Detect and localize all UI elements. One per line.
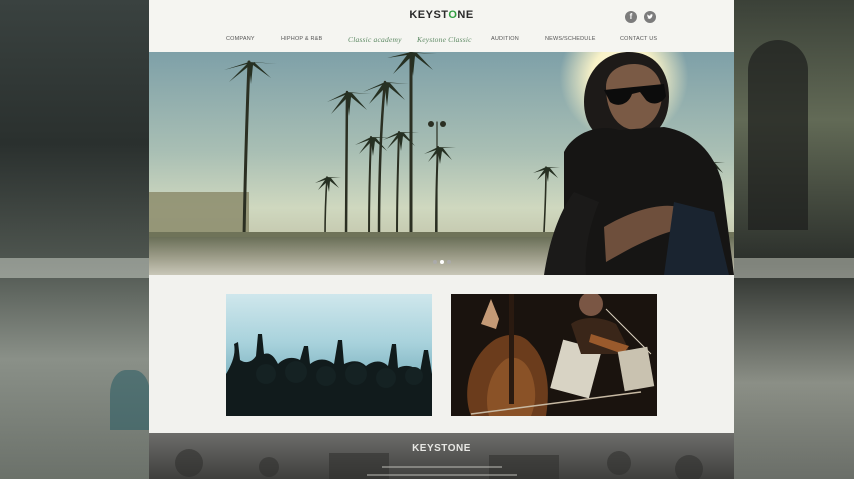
twitter-icon[interactable]	[644, 11, 656, 23]
nav-hiphop-rnb[interactable]: HIPHOP & R&B	[281, 36, 322, 42]
logo-text-end: NE	[457, 9, 474, 21]
footer-logo[interactable]: KEYSTONE	[149, 443, 734, 454]
slider-dots	[433, 260, 453, 264]
backdrop-left	[0, 0, 150, 479]
backdrop-person	[748, 40, 808, 230]
backdrop-band	[0, 258, 149, 278]
slider-dot-2[interactable]	[440, 260, 444, 264]
hero-slider[interactable]	[149, 52, 734, 275]
backdrop-right	[734, 0, 854, 479]
slider-dot-1[interactable]	[433, 260, 437, 264]
site-footer: KEYSTONE	[149, 433, 734, 479]
hero-man-sunglasses	[544, 52, 734, 275]
footer-contact-illegible	[366, 474, 517, 476]
main-nav: COMPANY HIPHOP & R&B Classic academy Key…	[149, 35, 734, 48]
concert-crowd-silhouette	[226, 334, 432, 416]
backdrop-band	[734, 258, 854, 278]
footer-address-illegible	[381, 466, 502, 468]
twitter-bird-glyph	[647, 14, 654, 19]
slider-dot-3[interactable]	[447, 260, 451, 264]
nav-keystone-classic[interactable]: Keystone Classic	[417, 35, 472, 44]
site-header: KEYSTONE f COMPANY HIPHOP & R&B Classic …	[149, 0, 734, 52]
footer-contact-placeholder	[149, 473, 734, 478]
backdrop-crowd	[110, 370, 150, 430]
footer-address-placeholder	[149, 465, 734, 470]
nav-company[interactable]: COMPANY	[226, 36, 255, 42]
nav-news-schedule[interactable]: NEWS/SCHEDULE	[545, 36, 596, 42]
nav-audition[interactable]: AUDITION	[491, 36, 519, 42]
string-ensemble-illustration	[451, 294, 657, 416]
website-page: KEYSTONE f COMPANY HIPHOP & R&B Classic …	[149, 0, 734, 479]
logo-text: KEYST	[409, 9, 449, 21]
nav-classic-academy[interactable]: Classic academy	[348, 35, 402, 44]
concert-crowd-thumbnail[interactable]	[226, 294, 432, 416]
nav-contact-us[interactable]: CONTACT US	[620, 36, 657, 42]
string-ensemble-thumbnail[interactable]	[451, 294, 657, 416]
facebook-icon[interactable]: f	[625, 11, 637, 23]
